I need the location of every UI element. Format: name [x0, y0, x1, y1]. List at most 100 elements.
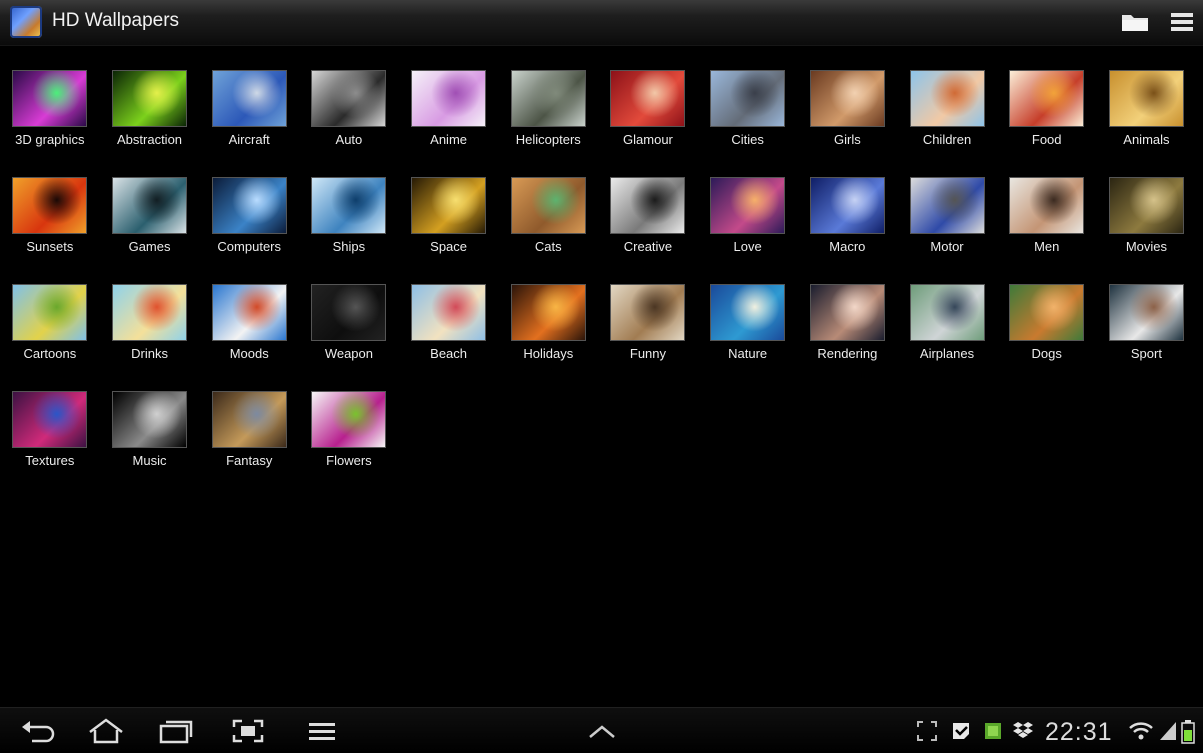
category-tile-rendering[interactable]: Rendering — [798, 272, 898, 379]
category-tile-sport[interactable]: Sport — [1097, 272, 1197, 379]
category-tile-weapon[interactable]: Weapon — [299, 272, 399, 379]
category-tile-music[interactable]: Music — [100, 379, 200, 486]
category-thumbnail[interactable] — [311, 391, 387, 448]
category-tile-flowers[interactable]: Flowers — [299, 379, 399, 486]
category-thumbnail[interactable] — [1009, 177, 1085, 234]
category-thumbnail[interactable] — [710, 284, 786, 341]
category-tile-moods[interactable]: Moods — [199, 272, 299, 379]
category-thumbnail[interactable] — [809, 70, 885, 127]
category-tile-3d-graphics[interactable]: 3D graphics — [0, 58, 100, 165]
category-tile-movies[interactable]: Movies — [1097, 165, 1197, 272]
category-thumbnail[interactable] — [311, 177, 387, 234]
category-thumbnail[interactable] — [311, 70, 387, 127]
category-tile-macro[interactable]: Macro — [798, 165, 898, 272]
category-tile-cities[interactable]: Cities — [698, 58, 798, 165]
category-thumbnail[interactable] — [510, 177, 586, 234]
category-tile-creative[interactable]: Creative — [598, 165, 698, 272]
category-thumbnail[interactable] — [12, 177, 88, 234]
category-thumbnail[interactable] — [112, 284, 188, 341]
category-thumbnail[interactable] — [12, 284, 88, 341]
category-thumbnail[interactable] — [12, 391, 88, 448]
category-tile-fantasy[interactable]: Fantasy — [199, 379, 299, 486]
category-thumbnail[interactable] — [12, 70, 88, 127]
category-thumbnail[interactable] — [112, 70, 188, 127]
category-tile-anime[interactable]: Anime — [399, 58, 499, 165]
category-tile-glamour[interactable]: Glamour — [598, 58, 698, 165]
overflow-menu-icon[interactable] — [1168, 10, 1198, 34]
category-tile-airplanes[interactable]: Airplanes — [897, 272, 997, 379]
home-icon[interactable] — [86, 717, 126, 745]
category-thumbnail[interactable] — [311, 284, 387, 341]
category-thumbnail[interactable] — [610, 70, 686, 127]
category-tile-drinks[interactable]: Drinks — [100, 272, 200, 379]
recent-apps-icon[interactable] — [156, 717, 196, 745]
category-tile-computers[interactable]: Computers — [199, 165, 299, 272]
category-thumbnail[interactable] — [112, 391, 188, 448]
category-tile-dogs[interactable]: Dogs — [997, 272, 1097, 379]
app-logo-icon[interactable] — [10, 6, 42, 38]
category-thumbnail[interactable] — [1009, 284, 1085, 341]
category-tile-games[interactable]: Games — [100, 165, 200, 272]
chevron-up-icon[interactable] — [582, 717, 622, 745]
category-thumbnail[interactable] — [411, 284, 487, 341]
category-tile-holidays[interactable]: Holidays — [498, 272, 598, 379]
app-title: HD Wallpapers — [52, 10, 180, 31]
category-tile-helicopters[interactable]: Helicopters — [498, 58, 598, 165]
expand-icon[interactable] — [916, 720, 938, 742]
category-thumbnail[interactable] — [710, 177, 786, 234]
category-tile-food[interactable]: Food — [997, 58, 1097, 165]
category-thumbnail[interactable] — [610, 284, 686, 341]
category-label: Food — [1031, 132, 1062, 147]
category-thumbnail[interactable] — [411, 70, 487, 127]
category-tile-love[interactable]: Love — [698, 165, 798, 272]
category-tile-sunsets[interactable]: Sunsets — [0, 165, 100, 272]
category-tile-children[interactable]: Children — [897, 58, 997, 165]
category-thumbnail[interactable] — [211, 177, 287, 234]
category-thumbnail[interactable] — [112, 177, 188, 234]
category-thumbnail[interactable] — [909, 177, 985, 234]
category-tile-cartoons[interactable]: Cartoons — [0, 272, 100, 379]
category-tile-motor[interactable]: Motor — [897, 165, 997, 272]
category-thumbnail[interactable] — [909, 284, 985, 341]
category-thumbnail[interactable] — [909, 70, 985, 127]
category-tile-cats[interactable]: Cats — [498, 165, 598, 272]
category-tile-funny[interactable]: Funny — [598, 272, 698, 379]
category-tile-abstraction[interactable]: Abstraction — [100, 58, 200, 165]
category-thumbnail[interactable] — [211, 391, 287, 448]
category-tile-girls[interactable]: Girls — [798, 58, 898, 165]
category-thumbnail[interactable] — [510, 70, 586, 127]
category-label: Moods — [229, 346, 269, 361]
screenshot-icon[interactable] — [228, 717, 268, 745]
category-tile-men[interactable]: Men — [997, 165, 1097, 272]
category-tile-ships[interactable]: Ships — [299, 165, 399, 272]
category-thumbnail[interactable] — [211, 284, 287, 341]
category-tile-nature[interactable]: Nature — [698, 272, 798, 379]
category-thumbnail[interactable] — [710, 70, 786, 127]
system-bar: 22:31 — [0, 707, 1203, 753]
category-thumbnail[interactable] — [610, 177, 686, 234]
back-icon[interactable] — [18, 717, 58, 745]
category-thumbnail[interactable] — [1108, 177, 1184, 234]
category-tile-aircraft[interactable]: Aircraft — [199, 58, 299, 165]
category-tile-textures[interactable]: Textures — [0, 379, 100, 486]
category-label: Computers — [217, 239, 281, 254]
category-label: Creative — [623, 239, 673, 254]
category-tile-auto[interactable]: Auto — [299, 58, 399, 165]
category-tile-animals[interactable]: Animals — [1097, 58, 1197, 165]
category-label: Sport — [1130, 346, 1162, 361]
folder-icon[interactable] — [1120, 10, 1150, 34]
category-thumbnail[interactable] — [809, 177, 885, 234]
category-thumbnail[interactable] — [1009, 70, 1085, 127]
category-thumbnail[interactable] — [1108, 70, 1184, 127]
category-tile-beach[interactable]: Beach — [399, 272, 499, 379]
category-thumbnail[interactable] — [809, 284, 885, 341]
category-thumbnail[interactable] — [211, 70, 287, 127]
menu-icon[interactable] — [302, 717, 342, 745]
category-thumbnail[interactable] — [510, 284, 586, 341]
category-label: Fantasy — [226, 453, 273, 468]
category-thumbnail[interactable] — [1108, 284, 1184, 341]
category-tile-space[interactable]: Space — [399, 165, 499, 272]
category-label: Drinks — [131, 346, 168, 361]
signal-icon — [1160, 722, 1176, 740]
category-thumbnail[interactable] — [411, 177, 487, 234]
